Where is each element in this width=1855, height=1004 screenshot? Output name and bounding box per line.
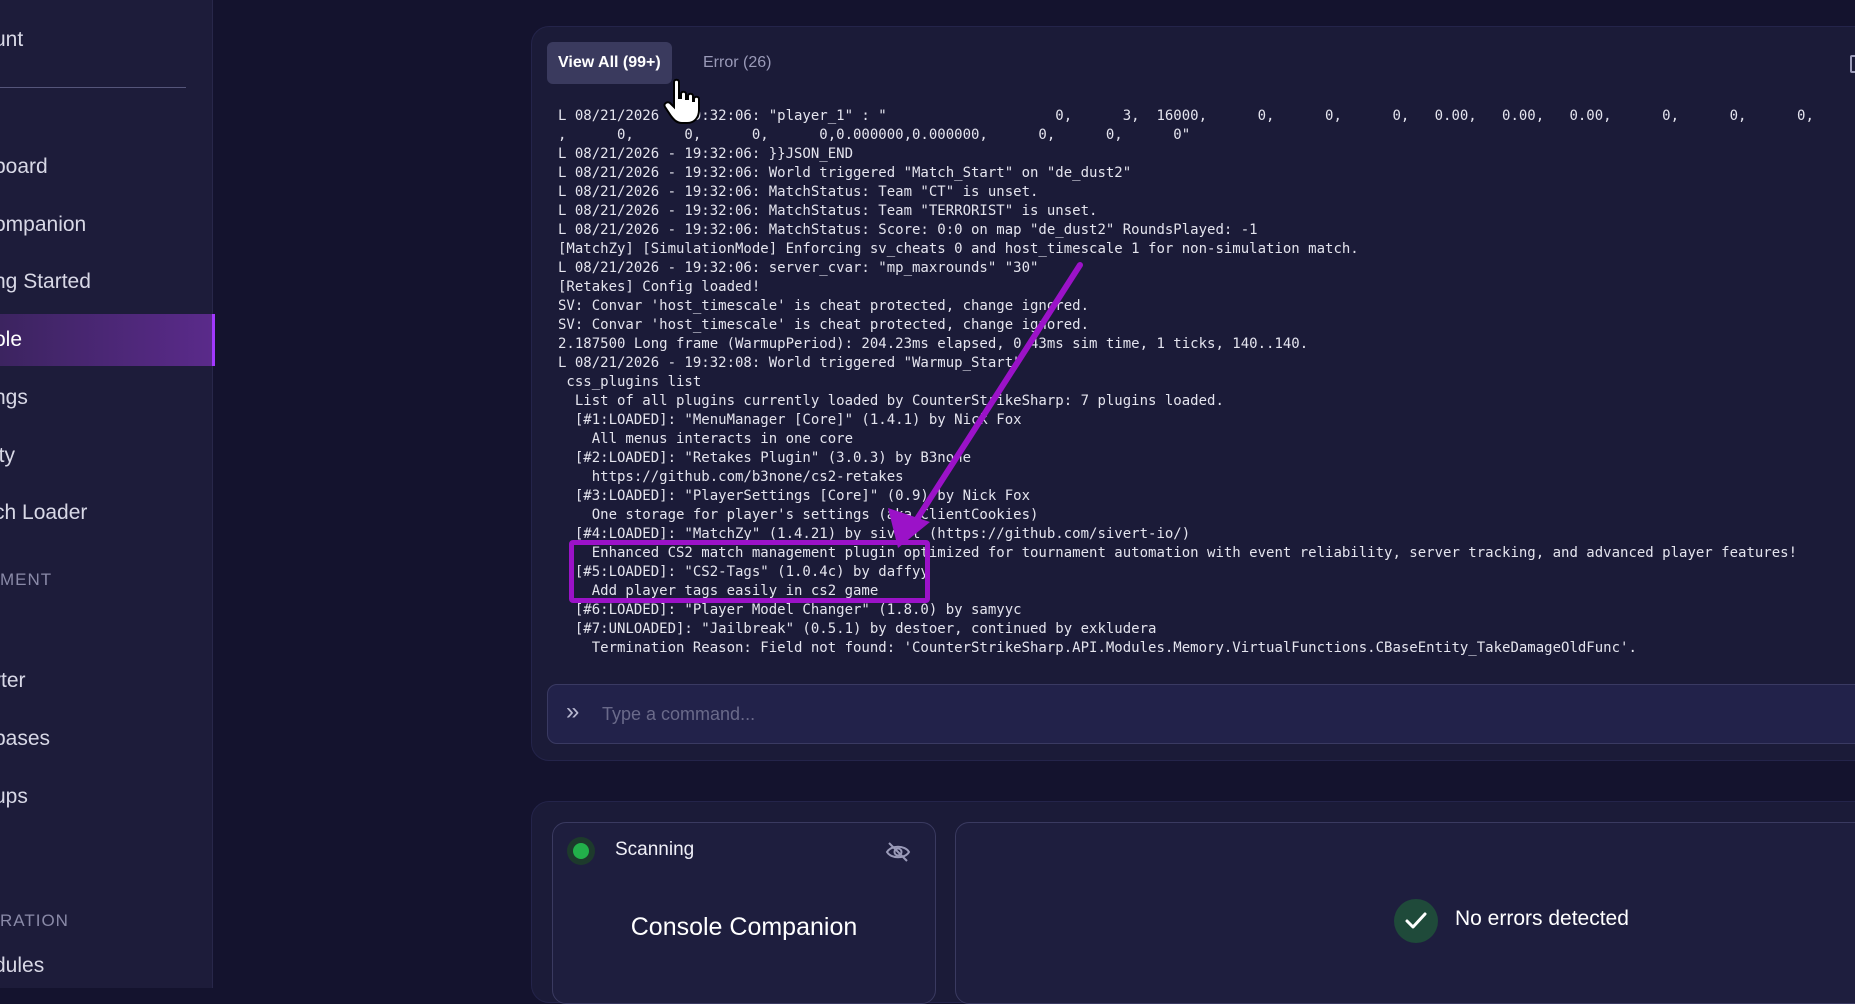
log-line: [Retakes] Config loaded! bbox=[558, 279, 761, 295]
sidebar-item-label: dules bbox=[0, 954, 45, 977]
log-line: [#2:LOADED]: "Retakes Plugin" (3.0.3) by… bbox=[558, 450, 972, 466]
log-line: L 08/21/2026 - 19:32:06: MatchStatus: Te… bbox=[558, 203, 1098, 219]
no-errors-message: No errors detected bbox=[1455, 907, 1629, 930]
sidebar-section-heading: RATION bbox=[0, 911, 69, 930]
sidebar-divider bbox=[0, 87, 186, 88]
sidebar-item-label: unt bbox=[0, 28, 24, 51]
errors-card: No errors detected bbox=[955, 822, 1855, 1004]
log-line: L 08/21/2026 - 19:32:06: MatchStatus: Sc… bbox=[558, 222, 1258, 238]
sidebar-item[interactable]: ups bbox=[0, 771, 212, 823]
log-line: https://github.com/b3none/cs2-retakes bbox=[558, 469, 904, 485]
command-bar: » bbox=[547, 684, 1855, 744]
sidebar-section-heading: MENT bbox=[0, 570, 53, 589]
log-line: [#3:LOADED]: "PlayerSettings [Core]" (0.… bbox=[558, 488, 1031, 504]
sidebar-item-label: ompanion bbox=[0, 213, 87, 236]
log-line: L 08/21/2026 - 19:32:06: World triggered… bbox=[558, 165, 1132, 181]
log-line: Termination Reason: Field not found: 'Co… bbox=[558, 640, 1637, 656]
sidebar-item-label: ng Started bbox=[0, 270, 91, 293]
hand-cursor-icon bbox=[663, 78, 700, 124]
sidebar-item-label: ole bbox=[0, 328, 23, 351]
sidebar-item[interactable]: bases bbox=[0, 713, 212, 765]
sidebar-item[interactable]: ch Loader bbox=[0, 487, 212, 539]
log-line: L 08/21/2026 - 19:32:08: World triggered… bbox=[558, 355, 1022, 371]
sidebar-item-label: ups bbox=[0, 785, 28, 808]
sidebar-item[interactable]: board bbox=[0, 141, 212, 193]
log-line: SV: Convar 'host_timescale' is cheat pro… bbox=[558, 317, 1090, 333]
log-line: L 08/21/2026 - 19:32:06: server_cvar: "m… bbox=[558, 260, 1039, 276]
log-line: [#1:LOADED]: "MenuManager [Core]" (1.4.1… bbox=[558, 412, 1022, 428]
log-line: All menus interacts in one core bbox=[558, 431, 854, 447]
log-line: List of all plugins currently loaded by … bbox=[558, 393, 1224, 409]
log-line: [#7:UNLOADED]: "Jailbreak" (0.5.1) by de… bbox=[558, 621, 1157, 637]
sidebar-item[interactable]: unt bbox=[0, 14, 212, 66]
eye-off-icon[interactable] bbox=[885, 841, 911, 863]
scanner-title: Console Companion bbox=[630, 913, 858, 941]
command-input[interactable] bbox=[600, 693, 1804, 735]
sidebar-item[interactable]: ity bbox=[0, 430, 212, 482]
sidebar-item-label: ch Loader bbox=[0, 501, 88, 524]
check-icon bbox=[1394, 899, 1438, 943]
scanner-card: Scanning Console Companion bbox=[552, 822, 936, 1004]
log-line: SV: Convar 'host_timescale' is cheat pro… bbox=[558, 298, 1090, 314]
console-panel: View All (99+) Error (26) L 08/21/2026 -… bbox=[531, 26, 1855, 761]
sidebar-item-label: ity bbox=[0, 444, 15, 467]
status-dot bbox=[573, 843, 589, 859]
sidebar-item[interactable]: ng Started bbox=[0, 256, 212, 308]
sidebar-item[interactable]: ole bbox=[0, 314, 215, 366]
sidebar-item[interactable]: ompanion bbox=[0, 199, 212, 251]
highlight-box bbox=[569, 540, 930, 603]
trash-icon[interactable] bbox=[1850, 55, 1855, 73]
tab-view-all[interactable]: View All (99+) bbox=[547, 42, 672, 84]
log-line: L 08/21/2026 - 19:32:06: }}JSON_END bbox=[558, 146, 854, 162]
chevron-right-icon: » bbox=[566, 698, 580, 725]
sidebar-item-label: rter bbox=[0, 669, 26, 692]
log-line: , 0, 0, 0, 0,0.000000,0.000000, 0, 0, 0" bbox=[558, 127, 1191, 143]
log-line: L 08/21/2026 - 19:32:06: MatchStatus: Te… bbox=[558, 184, 1039, 200]
log-line: 2.187500 Long frame (WarmupPeriod): 204.… bbox=[558, 336, 1309, 352]
sidebar-item[interactable]: dules bbox=[0, 940, 212, 992]
sidebar-item[interactable]: ngs bbox=[0, 372, 212, 424]
log-line: [MatchZy] [SimulationMode] Enforcing sv_… bbox=[558, 241, 1359, 257]
log-line: [#6:LOADED]: "Player Model Changer" (1.8… bbox=[558, 602, 1022, 618]
sidebar-item-label: bases bbox=[0, 727, 51, 750]
log-line: L 08/21/2026 - 19:32:06: "player_1" : " … bbox=[558, 108, 1855, 124]
sidebar: unt board ompanion ng Started ole ngs ity ch Lo… bbox=[0, 0, 215, 988]
log-line: One storage for player's settings (aka C… bbox=[558, 507, 1039, 523]
sidebar-item-label: ngs bbox=[0, 386, 28, 409]
tab-error[interactable]: Error (26) bbox=[692, 42, 782, 84]
sidebar-item[interactable]: rter bbox=[0, 655, 212, 707]
scan-status: Scanning bbox=[615, 839, 695, 860]
sidebar-item-label: board bbox=[0, 155, 48, 178]
log-line: css_plugins list bbox=[558, 374, 702, 390]
